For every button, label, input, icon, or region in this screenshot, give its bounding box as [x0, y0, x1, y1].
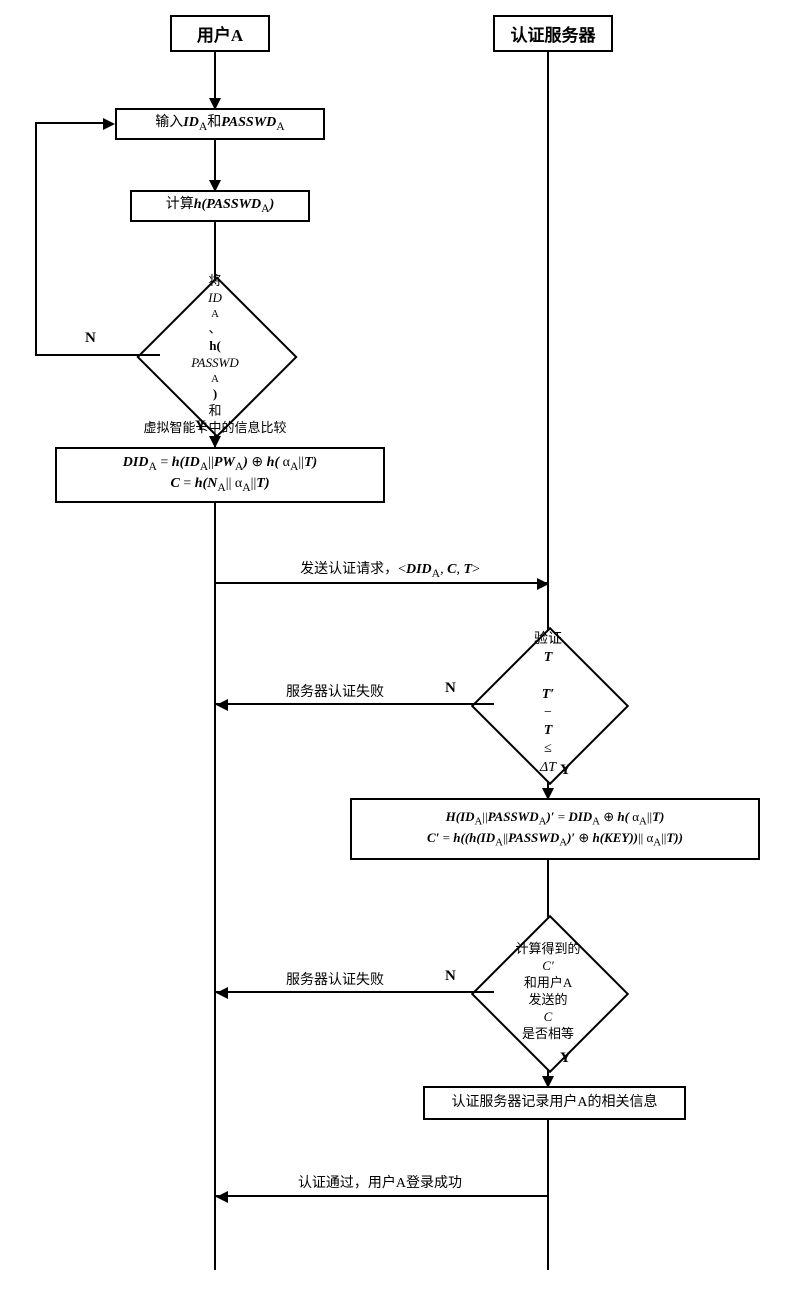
lane-header-user-label: 用户A: [197, 21, 243, 46]
decision-verify-t: 验证TT′ − T ≤ ΔT: [494, 650, 602, 758]
step-calc-did-c: DIDA = h(IDA||PWA) ⊕ h( αA||T)C = h(NA||…: [55, 447, 385, 503]
lane-header-server-label: 认证服务器: [511, 21, 596, 46]
msg-success-line: [216, 1195, 547, 1197]
step-server-calc-label: H(IDA||PASSWDA)′ = DIDA ⊕ h( αA||T)C′ = …: [427, 808, 683, 850]
arrow-icon: [216, 1191, 228, 1203]
msg-auth-request-label: 发送认证请求，<DIDA, C, T>: [250, 558, 530, 580]
label-n7-Y: Y: [560, 1050, 571, 1067]
edge-n3-N: [35, 354, 160, 356]
msg-fail1-label: 服务器认证失败: [255, 681, 415, 701]
label-n5-Y: Y: [560, 762, 571, 779]
edge-n3-N-v: [35, 122, 37, 356]
step-calc-did-label: DIDA = h(IDA||PWA) ⊕ h( αA||T)C = h(NA||…: [123, 454, 317, 495]
arrow-icon: [216, 699, 228, 711]
step-record-label: 认证服务器记录用户A的相关信息: [451, 1094, 657, 1113]
label-n7-N: N: [445, 968, 456, 985]
msg-success-label: 认证通过，用户A登录成功: [260, 1172, 500, 1192]
step-hash-password: 计算h(PASSWDA): [130, 190, 310, 222]
step-input-credentials: 输入IDA和PASSWDA: [115, 108, 325, 140]
label-n3-N: N: [85, 330, 96, 347]
arrow-icon: [216, 987, 228, 999]
arrow-icon: [537, 578, 549, 590]
step-server-calc: H(IDA||PASSWDA)′ = DIDA ⊕ h( αA||T)C′ = …: [350, 798, 760, 860]
arrow-icon: [103, 118, 115, 130]
lifeline-user: [214, 50, 216, 1270]
step-record-info: 认证服务器记录用户A的相关信息: [423, 1086, 686, 1120]
msg-auth-request-line: [216, 582, 547, 584]
msg-fail2-line: [216, 991, 494, 993]
step-hash-label: 计算h(PASSWDA): [166, 196, 275, 217]
lane-header-server: 认证服务器: [493, 15, 613, 52]
step-input-label: 输入IDA和PASSWDA: [155, 114, 284, 135]
edge-n3-N-h2: [35, 122, 105, 124]
label-n5-N: N: [445, 680, 456, 697]
flowchart-canvas: 用户A 认证服务器 输入IDA和PASSWDA 计算h(PASSWDA) 将ID…: [0, 0, 800, 1300]
msg-fail1-line: [216, 703, 494, 705]
decision-compare-c: 计算得到的C′和用户A发送的C是否相等: [494, 938, 602, 1046]
lane-header-user: 用户A: [170, 15, 270, 52]
decision-compare-card: 将IDA、h(PASSWDA)和虚拟智能卡中的信息比较: [160, 300, 270, 410]
msg-fail2-label: 服务器认证失败: [255, 969, 415, 989]
label-n3-Y: Y: [195, 418, 206, 435]
